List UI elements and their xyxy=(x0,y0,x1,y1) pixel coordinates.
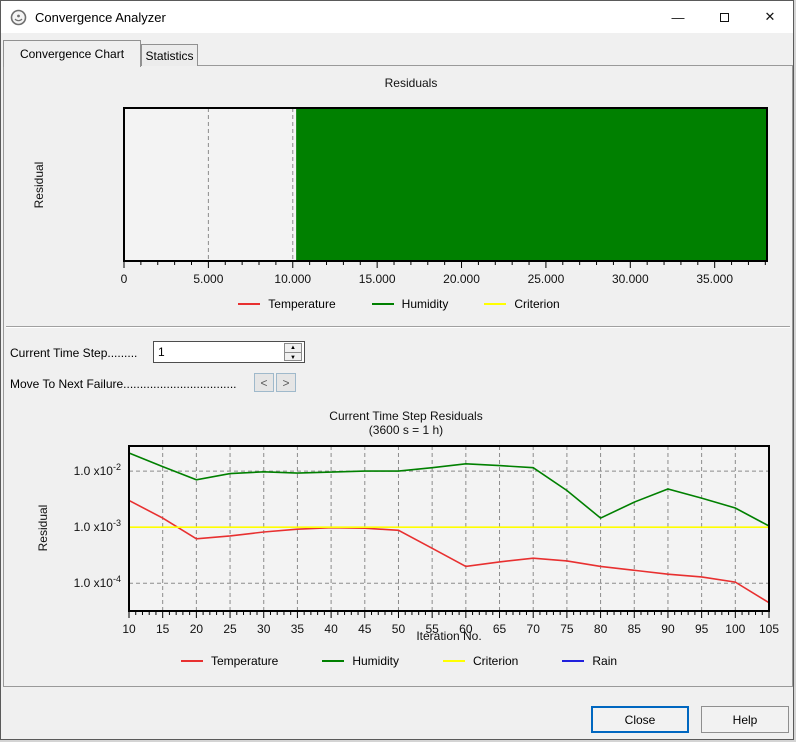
legend-swatch-humidity xyxy=(371,303,394,305)
legend-item-humidity: Humidity xyxy=(322,654,399,668)
x-tick-label: 10 xyxy=(122,622,136,636)
x-tick-label: 20.000 xyxy=(443,272,480,286)
x-tick-label: 35.000 xyxy=(696,272,733,286)
legend-label: Criterion xyxy=(514,297,560,311)
overview-y-axis-label: Residual xyxy=(32,162,46,209)
convergence-analyzer-window: Convergence Analyzer — ✕ Convergence Cha… xyxy=(0,0,794,740)
next-failure-button[interactable]: > xyxy=(276,373,296,392)
x-tick-label: 15 xyxy=(156,622,170,636)
y-tick-label: 1.0 x10-4 xyxy=(74,574,121,590)
time-step-label: Current Time Step......... xyxy=(10,346,138,360)
time-step-value[interactable]: 1 xyxy=(158,345,165,359)
legend-swatch-temperature xyxy=(180,660,203,662)
timestep-legend: Temperature Humidity Criterion Rain xyxy=(1,654,793,668)
x-tick-label: 45 xyxy=(358,622,372,636)
tab-convergence-chart[interactable]: Convergence Chart xyxy=(3,40,141,67)
help-button[interactable]: Help xyxy=(701,706,789,733)
x-tick-label: 15.000 xyxy=(359,272,396,286)
legend-swatch-rain xyxy=(562,660,585,662)
overview-legend: Temperature Humidity Criterion xyxy=(1,297,793,311)
close-window-button[interactable]: ✕ xyxy=(747,1,793,33)
x-tick-label: 5.000 xyxy=(193,272,223,286)
timestep-chart-subtitle: (3600 s = 1 h) xyxy=(369,423,443,437)
legend-label: Rain xyxy=(592,654,618,668)
x-tick-label: 25.000 xyxy=(528,272,565,286)
legend-item-criterion: Criterion xyxy=(443,654,518,668)
section-divider xyxy=(6,326,790,328)
maximize-icon xyxy=(719,12,729,22)
minimize-button[interactable]: — xyxy=(655,1,701,33)
x-tick-label: 30.000 xyxy=(612,272,649,286)
x-tick-label: 30 xyxy=(257,622,271,636)
legend-item-rain: Rain xyxy=(562,654,617,668)
x-tick-label: 40 xyxy=(324,622,338,636)
legend-swatch-humidity xyxy=(322,660,345,662)
close-button[interactable]: Close xyxy=(591,706,689,733)
legend-label: Temperature xyxy=(268,297,336,311)
tab-statistics[interactable]: Statistics xyxy=(141,44,198,66)
titlebar: Convergence Analyzer — ✕ xyxy=(1,1,793,33)
legend-label: Criterion xyxy=(473,654,519,668)
next-failure-label: Move To Next Failure....................… xyxy=(10,377,237,391)
y-tick-label: 1.0 x10-3 xyxy=(74,518,121,534)
x-tick-label: 50 xyxy=(392,622,406,636)
x-tick-label: 90 xyxy=(661,622,675,636)
timestep-chart-title: Current Time Step Residuals xyxy=(329,409,482,423)
x-tick-label: 25 xyxy=(223,622,237,636)
spinner-buttons: ▲ ▼ xyxy=(284,343,302,361)
overview-chart-svg: 0 5.000 10.000 15.000 20.000 25.000 30.000 35.0… xyxy=(32,76,768,286)
x-tick-label: 80 xyxy=(594,622,608,636)
legend-swatch-criterion xyxy=(443,660,465,662)
legend-swatch-temperature xyxy=(238,303,261,305)
window-title: Convergence Analyzer xyxy=(35,9,166,25)
x-tick-label: 105 xyxy=(759,622,779,636)
legend-swatch-criterion xyxy=(484,303,507,305)
x-tick-label: 35 xyxy=(291,622,305,636)
x-tick-label: 100 xyxy=(725,622,745,636)
legend-item-criterion: Criterion xyxy=(484,297,560,311)
app-icon xyxy=(10,9,27,26)
legend-label: Humidity xyxy=(401,297,449,311)
overview-chart-title: Residuals xyxy=(385,76,438,90)
x-tick-label: 65 xyxy=(493,622,507,636)
x-tick-label: 85 xyxy=(628,622,642,636)
timestep-y-axis-label: Residual xyxy=(36,505,50,552)
spin-up-button[interactable]: ▲ xyxy=(285,344,301,353)
prev-failure-button[interactable]: < xyxy=(254,373,274,392)
y-tick-label: 1.0 x10-2 xyxy=(74,462,121,478)
overview-filled-region xyxy=(296,108,767,261)
spin-down-button[interactable]: ▼ xyxy=(285,353,301,362)
legend-item-temperature: Temperature xyxy=(180,654,279,668)
timestep-plot-area xyxy=(129,446,769,611)
time-step-spinner[interactable]: 1 ▲ ▼ xyxy=(153,341,305,363)
legend-item-humidity: Humidity xyxy=(371,297,449,311)
x-axis-label: Iteration No. xyxy=(416,629,481,643)
x-tick-label: 20 xyxy=(190,622,204,636)
legend-item-temperature: Temperature xyxy=(238,297,336,311)
x-tick-label: 95 xyxy=(695,622,709,636)
x-tick-label: 70 xyxy=(527,622,541,636)
maximize-button[interactable] xyxy=(701,1,747,33)
x-tick-label: 75 xyxy=(560,622,574,636)
timestep-chart-svg: 10 15 20 25 30 35 40 45 50 55 60 65 70 75 80 85 90 95 100 1… xyxy=(36,409,779,643)
legend-label: Humidity xyxy=(352,654,399,668)
legend-label: Temperature xyxy=(210,654,279,668)
x-tick-label: 10.000 xyxy=(274,272,311,286)
x-tick-label: 0 xyxy=(121,272,128,286)
window-controls: — ✕ xyxy=(655,1,793,33)
